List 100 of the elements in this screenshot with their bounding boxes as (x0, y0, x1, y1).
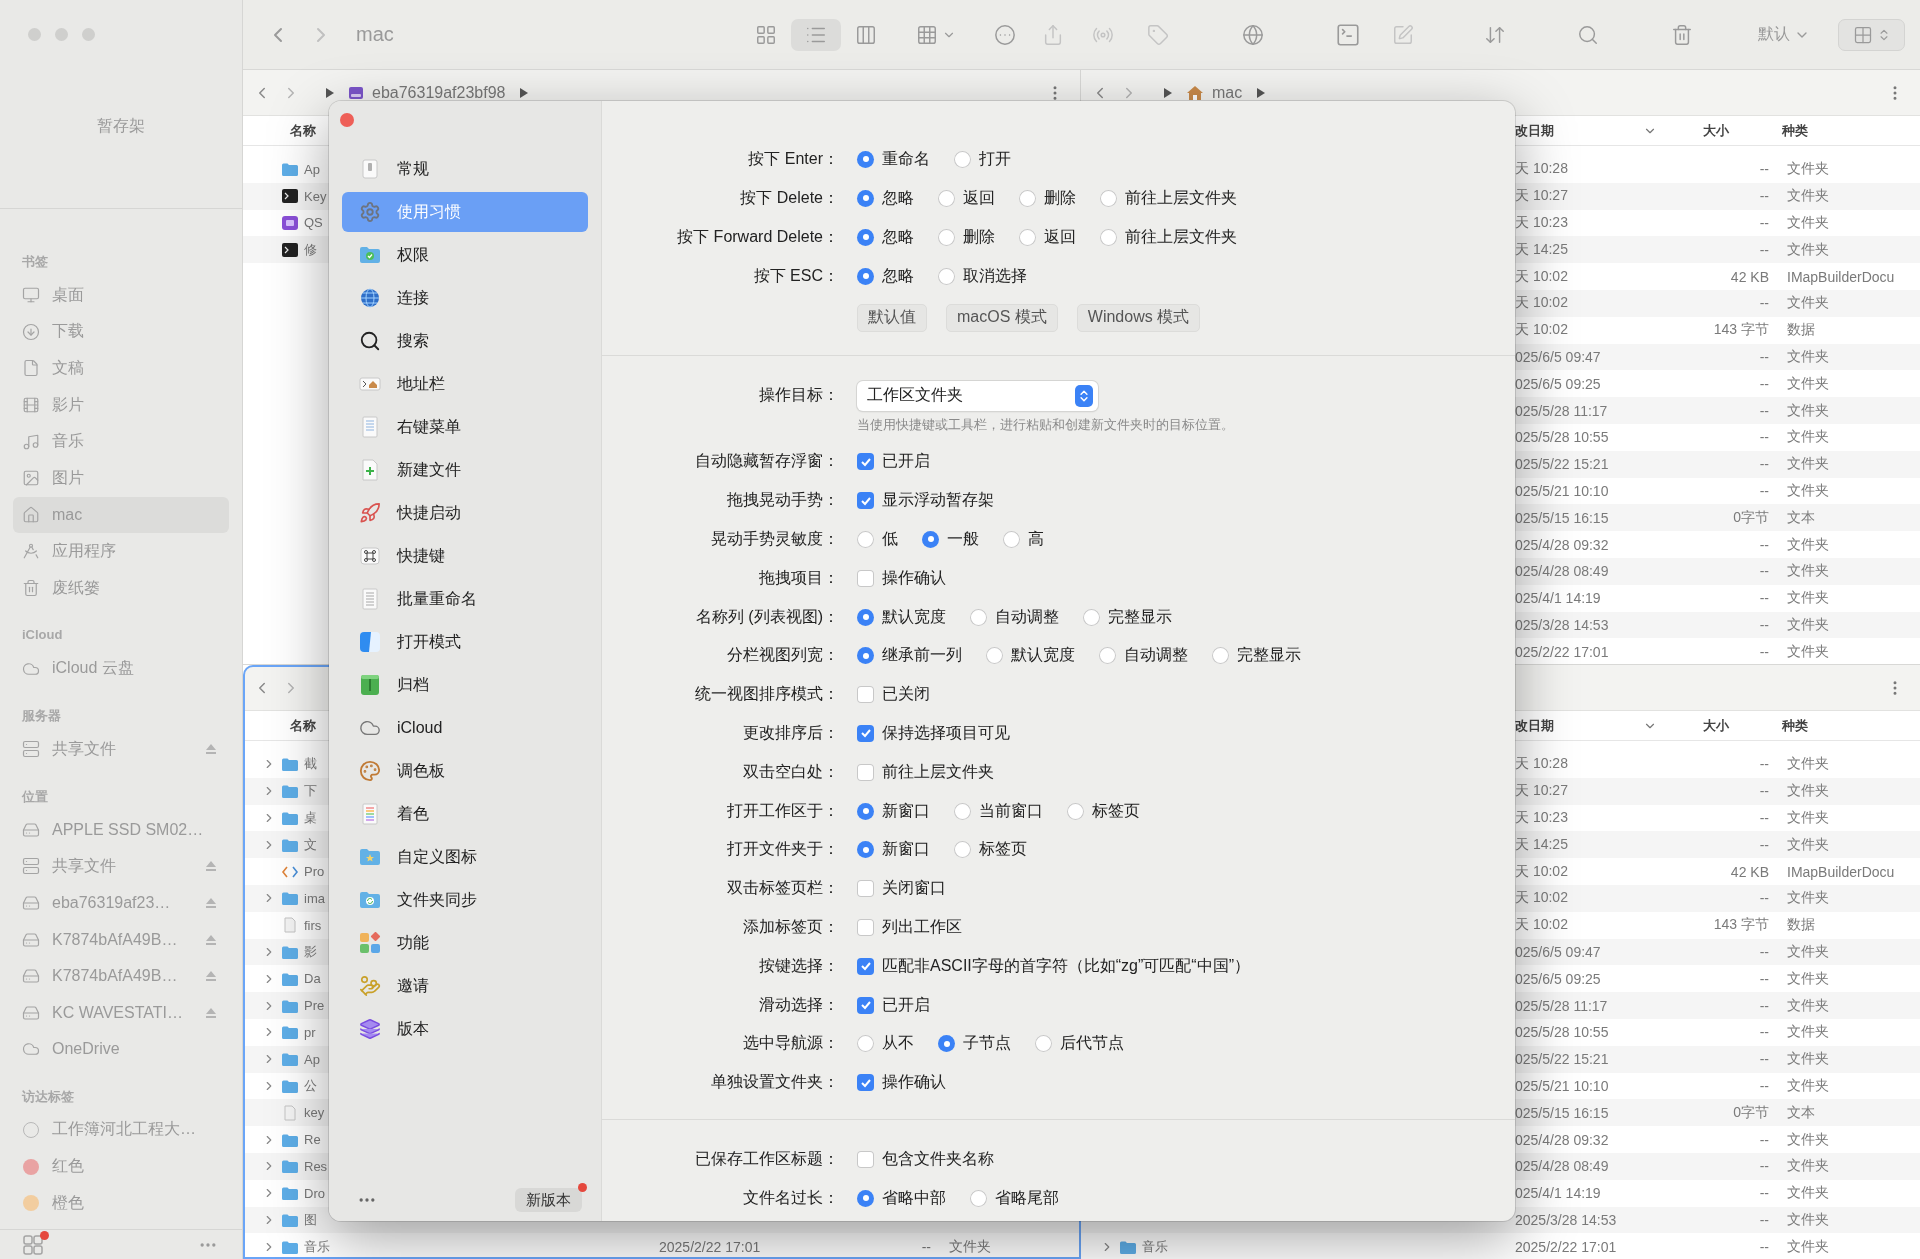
nav-item[interactable]: 新建文件 (342, 450, 588, 490)
radio-label[interactable]: 返回 (1044, 226, 1076, 248)
radio-button[interactable] (938, 189, 955, 207)
radio-button[interactable] (1067, 802, 1084, 820)
nav-item[interactable]: 文件夹同步 (342, 880, 588, 920)
radio-label[interactable]: 重命名 (882, 148, 930, 170)
radio-label[interactable]: 高 (1028, 529, 1044, 550)
preset-button[interactable]: Windows 模式 (1076, 303, 1201, 332)
checkbox[interactable] (857, 957, 874, 975)
nav-item[interactable]: 自定义图标 (342, 837, 588, 877)
eject-icon[interactable] (205, 743, 217, 756)
checkbox[interactable] (857, 569, 874, 587)
radio-label[interactable]: 自动调整 (995, 606, 1059, 628)
close-button[interactable] (340, 113, 354, 127)
nav-item[interactable]: 快捷键 (342, 536, 588, 576)
file-name[interactable]: 图 (304, 1210, 317, 1229)
radio-button[interactable] (970, 1189, 987, 1207)
file-name[interactable]: 截 (304, 755, 317, 774)
file-name[interactable]: 修 (304, 240, 317, 259)
radio-label[interactable]: 完整显示 (1108, 606, 1172, 628)
checkbox[interactable] (857, 918, 874, 936)
radio-button[interactable] (857, 647, 874, 665)
eject-icon[interactable] (205, 897, 217, 909)
file-name[interactable]: Dro (304, 1185, 325, 1201)
radio-label[interactable]: 标签页 (1092, 800, 1140, 822)
checkbox[interactable] (857, 492, 874, 510)
radio-label[interactable]: 忽略 (882, 187, 914, 209)
checkbox[interactable] (857, 686, 874, 704)
checkbox-label[interactable]: 匹配非ASCII字母的首字符（比如“zg”可匹配“中国”） (882, 955, 1250, 977)
radio-button[interactable] (1035, 1035, 1052, 1053)
file-name[interactable]: 音乐 (1142, 1237, 1168, 1256)
radio-label[interactable]: 前往上层文件夹 (1125, 226, 1237, 248)
nav-item[interactable]: 连接 (342, 278, 588, 318)
radio-label[interactable]: 标签页 (979, 839, 1027, 861)
radio-button[interactable] (1003, 531, 1020, 548)
checkbox-label[interactable]: 关闭窗口 (882, 878, 946, 900)
share-icon[interactable] (1042, 23, 1064, 46)
nav-item[interactable]: iCloud (342, 708, 588, 748)
radio-button[interactable] (938, 1035, 955, 1053)
radio-label[interactable]: 新窗口 (882, 800, 930, 822)
file-name[interactable]: Da (304, 971, 321, 987)
radio-button[interactable] (1100, 189, 1117, 207)
radio-button[interactable] (857, 802, 874, 820)
radio-button[interactable] (857, 1035, 874, 1053)
globe-icon[interactable] (1242, 23, 1264, 46)
column-title[interactable]: 名称 (290, 716, 316, 735)
nav-item[interactable]: 快捷启动 (342, 493, 588, 533)
checkbox[interactable] (857, 880, 874, 898)
radio-button[interactable] (857, 189, 874, 207)
checkbox-label[interactable]: 列出工作区 (882, 916, 962, 938)
file-name[interactable]: ima (304, 890, 325, 906)
caret-icon[interactable] (326, 87, 334, 98)
file-name[interactable]: firs (304, 917, 322, 933)
caret-icon[interactable] (1164, 87, 1172, 98)
window-button[interactable] (82, 28, 95, 41)
checkbox[interactable] (857, 996, 874, 1014)
radio-label[interactable]: 当前窗口 (979, 800, 1043, 822)
nav-item[interactable]: 着色 (342, 794, 588, 834)
radio-button[interactable] (954, 150, 971, 168)
radio-label[interactable]: 一般 (947, 529, 979, 550)
eject-icon[interactable] (205, 860, 217, 873)
radio-button[interactable] (1019, 189, 1036, 207)
radio-button[interactable] (857, 1189, 874, 1207)
checkbox-label[interactable]: 已关闭 (882, 684, 930, 706)
file-name[interactable]: 影 (304, 942, 317, 961)
caret-icon[interactable] (1257, 87, 1266, 98)
radio-label[interactable]: 低 (882, 529, 898, 550)
nav-item[interactable]: 调色板 (342, 751, 588, 791)
search-icon[interactable] (1577, 23, 1599, 46)
radio-button[interactable] (1019, 228, 1036, 246)
nav-item[interactable]: 打开模式 (342, 622, 588, 662)
column-title[interactable]: 名称 (290, 121, 316, 140)
radio-label[interactable]: 前往上层文件夹 (1125, 187, 1237, 209)
radio-button[interactable] (986, 647, 1003, 665)
column-title[interactable]: 改日期 (1515, 716, 1554, 735)
checkbox[interactable] (857, 1150, 874, 1168)
checkbox-label[interactable]: 已开启 (882, 451, 930, 473)
file-name[interactable]: Re (304, 1132, 321, 1148)
radio-button[interactable] (857, 228, 874, 246)
file-name[interactable]: 公 (304, 1076, 317, 1095)
checkbox[interactable] (857, 763, 874, 781)
eject-icon[interactable] (205, 970, 217, 983)
radio-button[interactable] (857, 608, 874, 626)
file-name[interactable]: Pro (304, 864, 325, 880)
radio-button[interactable] (922, 531, 939, 548)
radio-button[interactable] (1099, 647, 1116, 665)
path-crumb[interactable]: mac (1212, 83, 1243, 102)
radio-label[interactable]: 继承前一列 (882, 645, 962, 667)
radio-label[interactable]: 默认宽度 (882, 606, 946, 628)
preset-button[interactable]: macOS 模式 (946, 303, 1058, 332)
column-title[interactable]: 大小 (1703, 121, 1729, 140)
nav-item[interactable]: 批量重命名 (342, 579, 588, 619)
nav-item[interactable]: 功能 (342, 923, 588, 963)
radio-label[interactable]: 删除 (1044, 187, 1076, 209)
window-button[interactable] (28, 28, 41, 41)
radio-button[interactable] (938, 267, 955, 285)
file-name[interactable]: Key (304, 188, 327, 204)
radio-button[interactable] (857, 531, 874, 548)
nav-item[interactable]: 常规 (342, 149, 588, 189)
terminal-icon[interactable] (1335, 21, 1361, 48)
